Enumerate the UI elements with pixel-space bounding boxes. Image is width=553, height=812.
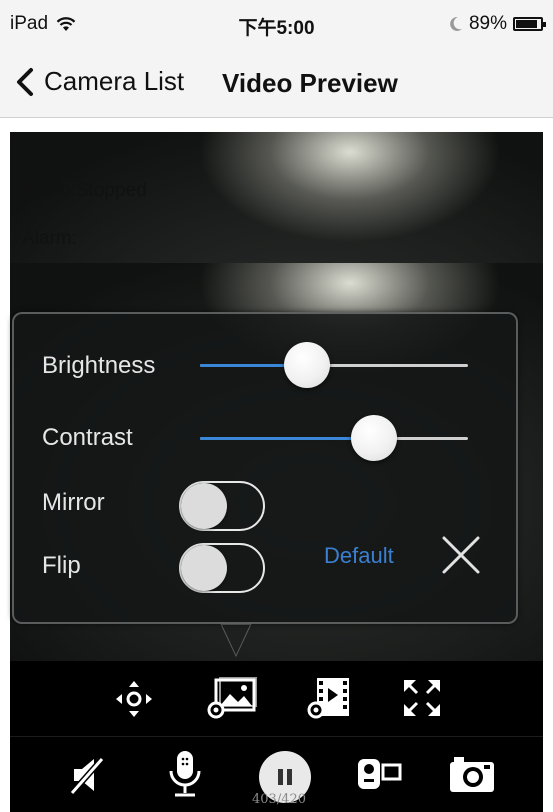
video-settings-icon: [307, 678, 349, 719]
pause-icon-bar: [287, 769, 292, 785]
flip-toggle-knob: [181, 545, 227, 591]
image-settings-button[interactable]: [206, 676, 258, 720]
top-toolbar: [10, 661, 543, 736]
mirror-toggle[interactable]: [179, 481, 265, 531]
alarm-status: Alarm:: [22, 228, 77, 249]
contrast-fill: [200, 437, 375, 440]
navigation-bar: Camera List Video Preview: [0, 48, 553, 118]
mirror-toggle-knob: [181, 483, 227, 529]
snapshot-button[interactable]: [446, 752, 498, 796]
brightness-label: Brightness: [42, 352, 156, 379]
brightness-thumb[interactable]: [284, 342, 331, 388]
back-label: Camera List: [44, 66, 185, 96]
chevron-left-icon: [17, 67, 33, 96]
microphone-button[interactable]: [165, 749, 205, 799]
mute-icon: [69, 757, 105, 795]
battery-fill: [516, 20, 538, 28]
snapshot-icon: [450, 757, 494, 792]
status-bar: iPad 下午5:00 89%: [0, 0, 553, 48]
back-button[interactable]: Camera List: [14, 66, 184, 97]
contrast-slider[interactable]: [200, 415, 468, 461]
battery-percent: 89%: [468, 13, 507, 34]
flip-toggle[interactable]: [179, 543, 265, 593]
record-icon: [358, 759, 402, 789]
ptz-control-button[interactable]: [114, 679, 154, 719]
ptz-control-icon: [116, 681, 152, 717]
moon-icon: [450, 16, 462, 31]
microphone-icon: [169, 751, 201, 797]
mute-button[interactable]: [66, 753, 112, 797]
page-title: Video Preview: [222, 68, 398, 98]
image-settings-icon: [207, 677, 257, 719]
audio-status: Audio:Stopped: [22, 180, 147, 201]
mirror-label: Mirror: [42, 489, 105, 516]
status-right: 89%: [449, 13, 546, 35]
video-settings-button[interactable]: [305, 676, 353, 720]
fullscreen-icon: [404, 680, 440, 716]
panel-pointer: [222, 625, 250, 655]
contrast-label: Contrast: [42, 424, 133, 451]
close-icon[interactable]: [440, 534, 482, 576]
battery-icon: [513, 17, 546, 31]
pause-icon: [278, 769, 283, 785]
flip-label: Flip: [42, 552, 81, 579]
default-button[interactable]: Default: [324, 543, 394, 569]
brightness-slider[interactable]: [200, 342, 468, 388]
record-button[interactable]: [354, 751, 404, 797]
frame-counter: 403/420: [252, 792, 307, 807]
fullscreen-button[interactable]: [400, 676, 444, 720]
contrast-thumb[interactable]: [351, 415, 398, 461]
